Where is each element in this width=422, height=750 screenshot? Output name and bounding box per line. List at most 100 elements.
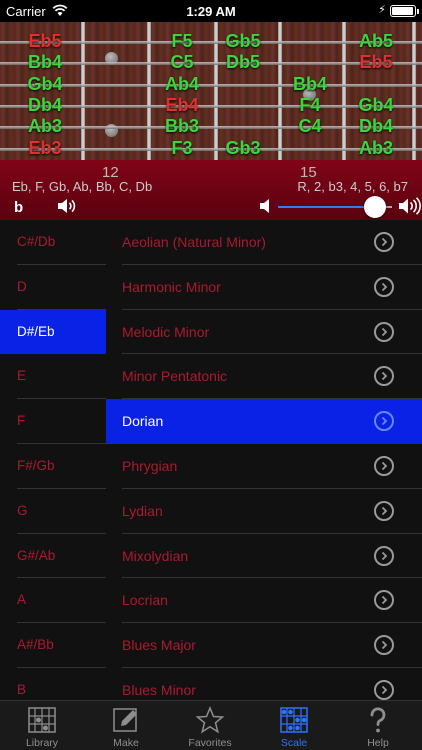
key-item[interactable]: F xyxy=(0,399,106,444)
tab-library[interactable]: Library xyxy=(0,701,84,750)
scale-item[interactable]: Dorian xyxy=(106,399,422,444)
volume-high-icon xyxy=(399,197,421,215)
battery-icon xyxy=(390,5,419,17)
key-item[interactable]: C#/Db xyxy=(0,220,106,265)
question-icon xyxy=(370,707,386,733)
chevron-right-icon[interactable] xyxy=(374,500,394,521)
fretboard-note[interactable]: Gb5 xyxy=(213,31,273,52)
fretboard-note[interactable]: F4 xyxy=(280,95,340,116)
tab-scale-label: Scale xyxy=(280,737,308,749)
play-sound-icon[interactable] xyxy=(56,198,76,214)
scale-list[interactable]: Aeolian (Natural Minor) Harmonic Minor Mel… xyxy=(106,220,422,700)
fretboard-note[interactable]: C5 xyxy=(152,52,212,73)
tab-favorites-label: Favorites xyxy=(188,737,232,749)
scale-item[interactable]: Harmonic Minor xyxy=(106,265,422,310)
scale-item-label: Locrian xyxy=(122,592,168,609)
scale-item[interactable]: Aeolian (Natural Minor) xyxy=(106,220,422,265)
fretboard-note[interactable]: Ab3 xyxy=(15,116,75,137)
volume-slider-thumb[interactable] xyxy=(364,196,386,218)
fretboard-note[interactable]: Gb3 xyxy=(213,138,273,159)
scale-item-label: Minor Pentatonic xyxy=(122,368,228,385)
key-item[interactable]: G#/Ab xyxy=(0,534,106,579)
chevron-right-icon[interactable] xyxy=(374,635,394,656)
tab-library-label: Library xyxy=(25,737,59,749)
accidental-toggle[interactable]: b xyxy=(14,199,23,216)
scale-item[interactable]: Phrygian xyxy=(106,444,422,489)
fretboard-note[interactable]: Eb3 xyxy=(15,138,75,159)
scale-info-bar: 12 15 Eb, F, Gb, Ab, Bb, C, Db R, 2, b3,… xyxy=(0,160,422,220)
key-item[interactable]: B xyxy=(0,668,106,700)
chevron-right-icon[interactable] xyxy=(374,411,394,432)
scale-item[interactable]: Mixolydian xyxy=(106,534,422,579)
key-item[interactable]: G xyxy=(0,489,106,534)
tab-help[interactable]: Help xyxy=(336,701,420,750)
scale-item[interactable]: Melodic Minor xyxy=(106,310,422,355)
scale-item-label: Blues Minor xyxy=(122,681,196,698)
fretboard-note[interactable]: F5 xyxy=(152,31,212,52)
fretboard-note[interactable]: Ab4 xyxy=(152,74,212,95)
fretboard-note[interactable]: Eb4 xyxy=(152,95,212,116)
chevron-right-icon[interactable] xyxy=(374,545,394,566)
key-item[interactable]: F#/Gb xyxy=(0,444,106,489)
scale-item-label: Mixolydian xyxy=(122,547,189,564)
scale-icon xyxy=(280,707,308,733)
volume-low-icon xyxy=(260,199,269,213)
clock: 1:29 AM xyxy=(186,4,236,19)
fretboard-note[interactable]: Eb5 xyxy=(346,52,406,73)
scale-intervals: R, 2, b3, 4, 5, 6, b7 xyxy=(297,179,408,194)
fretboard-note[interactable]: Bb4 xyxy=(15,52,75,73)
tab-scale[interactable]: Scale xyxy=(252,701,336,750)
fretboard-note[interactable]: Eb5 xyxy=(15,31,75,52)
fretboard-note[interactable]: C4 xyxy=(280,116,340,137)
scale-item-label: Blues Major xyxy=(122,637,196,654)
fretboard-note[interactable]: Gb4 xyxy=(15,74,75,95)
chevron-right-icon[interactable] xyxy=(374,679,394,700)
chevron-right-icon[interactable] xyxy=(374,321,394,342)
scale-item[interactable]: Blues Minor xyxy=(106,668,422,700)
scale-item-label: Aeolian (Natural Minor) xyxy=(122,234,266,250)
scale-item-label: Phrygian xyxy=(122,457,178,474)
scale-item[interactable]: Blues Major xyxy=(106,623,422,668)
fretboard-note[interactable]: Db4 xyxy=(346,116,406,137)
fretboard-note[interactable]: Db5 xyxy=(213,52,273,73)
scale-item-label: Melodic Minor xyxy=(122,323,210,340)
key-item[interactable]: D#/Eb xyxy=(0,309,106,355)
key-item[interactable]: D xyxy=(0,265,106,310)
tab-make-label: Make xyxy=(113,737,139,749)
key-item[interactable]: E xyxy=(0,354,106,399)
scale-item-label: Dorian xyxy=(122,413,164,430)
library-icon xyxy=(28,707,56,733)
fretboard-note[interactable]: Db4 xyxy=(15,95,75,116)
fretboard-note[interactable]: Ab3 xyxy=(346,138,406,159)
fretboard-note[interactable]: Bb3 xyxy=(152,116,212,137)
scale-item-label: Lydian xyxy=(122,502,163,519)
chevron-right-icon[interactable] xyxy=(374,276,394,297)
scale-notes: Eb, F, Gb, Ab, Bb, C, Db xyxy=(12,179,153,194)
scale-item[interactable]: Lydian xyxy=(106,489,422,534)
chevron-right-icon[interactable] xyxy=(374,232,394,252)
tab-make[interactable]: Make xyxy=(84,701,168,750)
key-list[interactable]: C#/Db D D#/Eb E F F#/Gb G G#/Ab A A#/Bb B xyxy=(0,220,106,700)
pencil-icon xyxy=(113,708,137,732)
charging-icon: ⚡ xyxy=(378,4,386,16)
key-item[interactable]: A#/Bb xyxy=(0,623,106,668)
chevron-right-icon[interactable] xyxy=(374,455,394,476)
star-icon xyxy=(195,706,225,734)
status-bar: Carrier 1:29 AM ⚡ xyxy=(0,0,422,22)
key-item[interactable]: A xyxy=(0,578,106,623)
fretboard[interactable]: Eb5 F5 Gb5 Ab5 Bb4 C5 Db5 Eb5 Gb4 Ab4 Bb4 Db4 Eb4 F4 G… xyxy=(0,22,422,160)
app-root: Carrier 1:29 AM ⚡ Eb5 F5 Gb5 Ab5 Bb4 C5 Db5 Eb5… xyxy=(0,0,422,750)
volume-slider-track[interactable] xyxy=(278,206,375,208)
scale-item-label: Harmonic Minor xyxy=(122,278,221,295)
scale-item[interactable]: Locrian xyxy=(106,578,422,623)
tab-favorites[interactable]: Favorites xyxy=(168,701,252,750)
tab-bar: Library Make Favorites Scale Help xyxy=(0,700,422,750)
fretboard-note[interactable]: Gb4 xyxy=(346,95,406,116)
fretboard-note[interactable]: F3 xyxy=(152,138,212,159)
fretboard-note[interactable]: Ab5 xyxy=(346,31,406,52)
scale-item[interactable]: Minor Pentatonic xyxy=(106,354,422,399)
chevron-right-icon[interactable] xyxy=(374,590,394,611)
chevron-right-icon[interactable] xyxy=(374,366,394,387)
tab-help-label: Help xyxy=(367,737,389,749)
fretboard-note[interactable]: Bb4 xyxy=(280,74,340,95)
